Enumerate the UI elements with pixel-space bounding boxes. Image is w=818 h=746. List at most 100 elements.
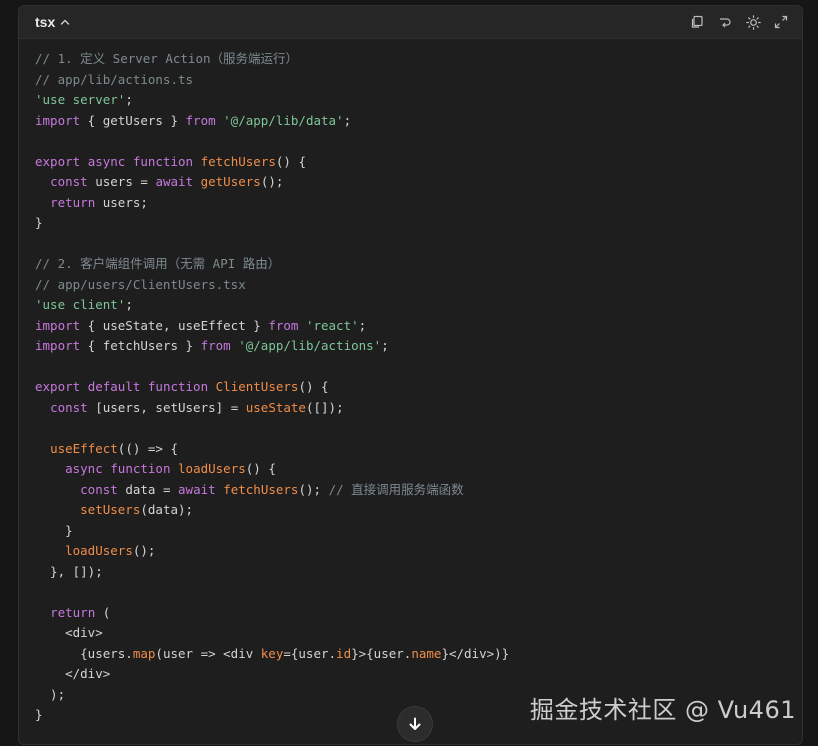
code-line: setUsers(data); — [35, 500, 509, 521]
code-line: 'use client'; — [35, 295, 509, 316]
code-token: setUsers — [80, 502, 141, 517]
expand-button[interactable] — [772, 13, 790, 31]
code-token: (); — [298, 481, 329, 497]
code-token: return — [50, 194, 96, 210]
code-token: users = — [87, 174, 156, 189]
copy-button[interactable] — [688, 13, 706, 31]
code-token: map — [132, 645, 156, 661]
code-token: export — [35, 153, 81, 169]
expand-icon — [774, 15, 788, 29]
code-token: fetchUsers — [223, 481, 299, 497]
code-toolbar — [688, 13, 790, 31]
code-token: import — [35, 112, 81, 128]
code-block-header: tsx — [19, 6, 802, 39]
code-token: ( — [95, 604, 111, 620]
code-token: ClientUsers — [215, 379, 299, 394]
sun-icon — [745, 14, 761, 30]
code-token: ={user. — [283, 645, 337, 661]
code-token: (user => <div — [155, 645, 261, 661]
code-line: export default function ClientUsers() { — [35, 377, 509, 398]
code-line: {users.map(user => <div key={user.id}>{u… — [35, 644, 509, 665]
code-line: } — [35, 213, 509, 234]
code-line: } — [35, 705, 509, 726]
code-line: <div> — [35, 623, 509, 644]
code-token: export — [35, 379, 81, 394]
code-token: ; — [125, 297, 133, 312]
language-label: tsx — [35, 14, 56, 30]
chevron-up-icon — [61, 19, 70, 25]
code-token: ; — [343, 112, 352, 128]
code-token: [users, setUsers] = — [87, 399, 246, 415]
code-line: const users = await getUsers(); — [35, 172, 509, 193]
code-token: import — [35, 317, 81, 333]
code-line: 'use server'; — [35, 90, 509, 111]
code-token: ; — [358, 317, 367, 333]
code-token: function — [110, 461, 171, 476]
code-token: import — [35, 338, 81, 353]
code-token: const — [50, 174, 88, 189]
code-line: // app/lib/actions.ts — [35, 70, 509, 91]
code-token: '@/app/lib/data' — [223, 112, 344, 128]
code-token: (); — [132, 543, 156, 558]
code-token: const — [50, 399, 88, 415]
code-token: fetchUsers — [200, 153, 276, 169]
language-toggle[interactable]: tsx — [35, 14, 71, 30]
code-token: (() => { — [117, 440, 179, 456]
code-token: { useState, useEffect } — [80, 317, 269, 333]
code-token: }</div>)} — [441, 645, 510, 661]
code-token: async — [87, 153, 126, 169]
code-token: 'use client' — [35, 297, 126, 312]
copy-icon — [691, 15, 703, 28]
code-line: const [users, setUsers] = useState([]); — [35, 398, 509, 419]
code-line: useEffect(() => { — [35, 439, 509, 460]
code-token: // 直接调用服务端函数 — [328, 481, 464, 497]
watermark: 掘金技术社区 @ Vu461 — [529, 696, 796, 724]
code-block: tsx // 1. 定义 Server Action（服务端运行） // app… — [18, 5, 803, 745]
code-line: ); — [35, 685, 509, 706]
code-line: }, []); — [35, 562, 509, 583]
code-token: from — [185, 112, 216, 128]
code-content: // 1. 定义 Server Action（服务端运行） // app/lib/… — [35, 49, 509, 726]
code-token: { getUsers } — [80, 112, 186, 128]
wrap-button[interactable] — [716, 13, 734, 31]
code-token: // app/lib/actions.ts — [35, 71, 194, 87]
code-line: export async function fetchUsers() { — [35, 152, 509, 173]
code-token: return — [50, 604, 96, 620]
code-token: loadUsers — [178, 461, 246, 476]
code-line: // 1. 定义 Server Action（服务端运行） — [35, 49, 509, 70]
code-token: loadUsers — [65, 543, 133, 558]
code-token: { fetchUsers } — [80, 338, 201, 353]
code-token: function — [147, 379, 209, 394]
code-token: (data); — [140, 502, 194, 517]
code-token: () { — [245, 461, 276, 476]
scroll-down-button[interactable] — [397, 706, 433, 742]
code-line: </div> — [35, 664, 509, 685]
code-token: getUsers — [200, 174, 261, 189]
code-token: 'react' — [305, 317, 359, 333]
code-line: return users; — [35, 193, 509, 214]
theme-button[interactable] — [744, 13, 762, 31]
code-token: await — [178, 481, 216, 497]
code-token: useState — [245, 399, 306, 415]
code-token: id — [336, 645, 352, 661]
code-token: } — [35, 707, 43, 722]
arrow-down-icon — [409, 717, 421, 730]
code-line: import { fetchUsers } from '@/app/lib/ac… — [35, 336, 509, 357]
code-token: ([]); — [305, 399, 344, 415]
